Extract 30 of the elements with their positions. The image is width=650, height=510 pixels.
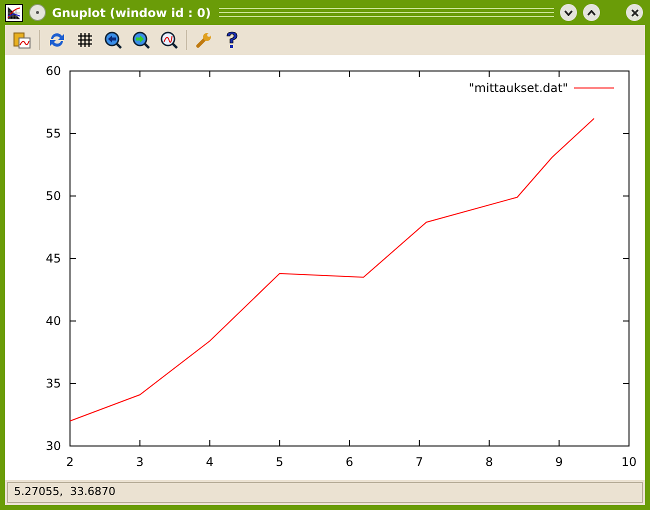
x-tick-label: 5 [276, 455, 284, 469]
y-tick-label: 40 [46, 314, 61, 328]
y-tick-label: 45 [46, 252, 61, 266]
maximize-button[interactable] [583, 4, 600, 21]
y-tick-label: 35 [46, 376, 61, 390]
x-tick-label: 6 [346, 455, 354, 469]
chevron-up-icon [587, 10, 596, 16]
x-tick-label: 10 [621, 455, 637, 469]
x-tick-label: 3 [136, 455, 144, 469]
y-tick-label: 50 [46, 189, 61, 203]
y-tick-label: 55 [46, 126, 61, 140]
y-tick-label: 60 [46, 64, 61, 78]
close-icon [630, 8, 638, 16]
x-tick-label: 7 [416, 455, 424, 469]
y-tick-label: 30 [46, 439, 61, 453]
window-menu-button[interactable] [29, 4, 46, 21]
chevron-down-icon [564, 10, 573, 16]
zoom-back-icon[interactable] [102, 29, 124, 51]
x-tick-label: 2 [66, 455, 74, 469]
x-tick-label: 4 [206, 455, 214, 469]
legend-label: "mittaukset.dat" [468, 81, 568, 95]
x-tick-label: 9 [555, 455, 563, 469]
minimize-button[interactable] [560, 4, 577, 21]
x-tick-label: 8 [485, 455, 494, 469]
window-title: Gnuplot (window id : 0) [52, 4, 211, 22]
plot-app-icon [5, 4, 23, 22]
status-bar: 5.27055, 33.6870 [7, 482, 643, 503]
zoom-icon[interactable] [158, 29, 180, 51]
close-button[interactable] [626, 4, 643, 21]
zoom-forward-icon[interactable] [130, 29, 152, 51]
